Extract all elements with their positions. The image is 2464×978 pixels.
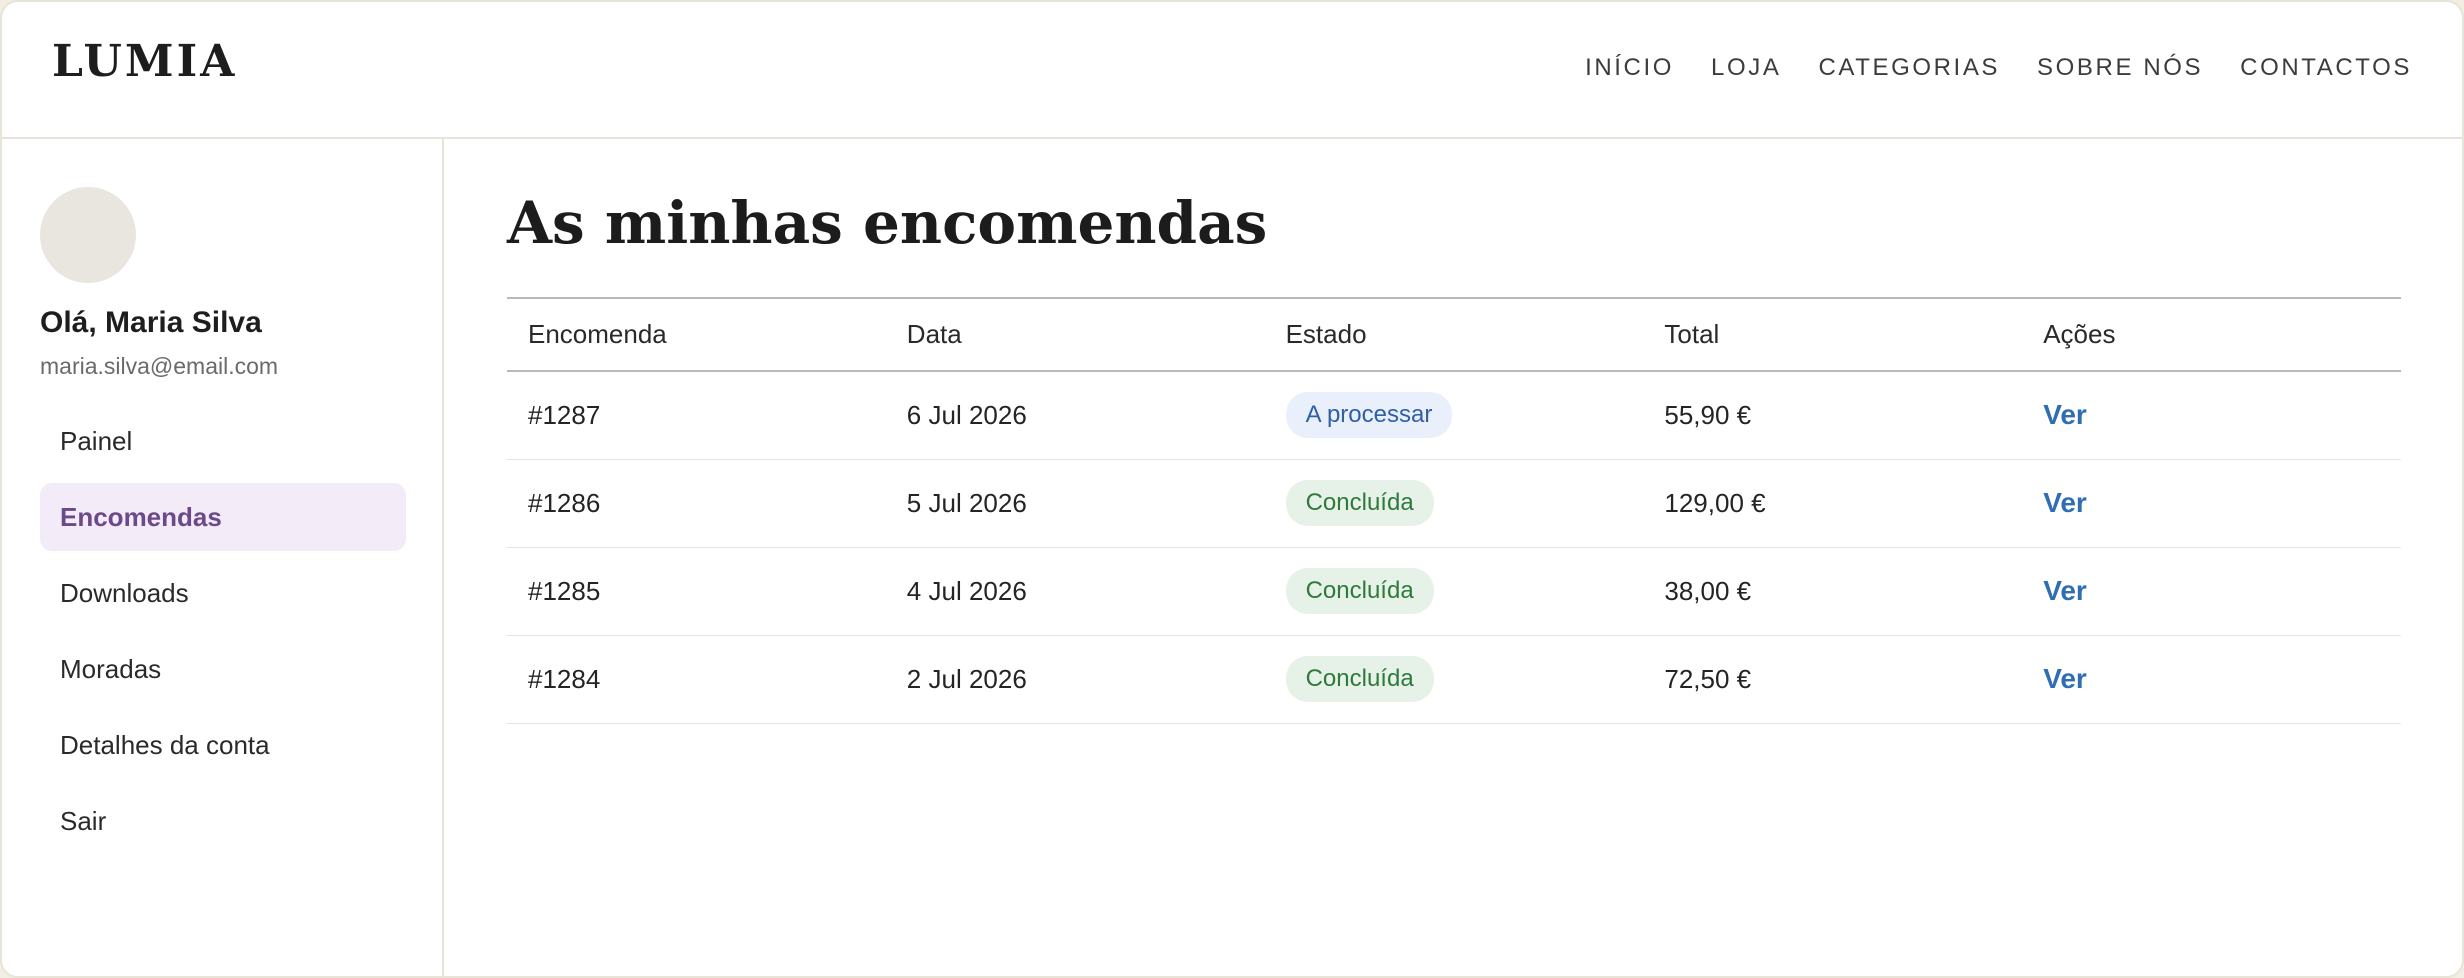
- table-row: #1284 2 Jul 2026 Concluída 72,50 € Ver: [507, 635, 2401, 723]
- sidebar-item-sair[interactable]: Sair: [40, 787, 406, 855]
- status-badge: A processar: [1285, 392, 1453, 439]
- brand-logo[interactable]: LUMIA: [52, 36, 237, 87]
- column-header-encomenda: Encomenda: [528, 319, 667, 349]
- app-frame: LUMIA INÍCIO LOJA CATEGORIAS SOBRE NÓS C…: [0, 0, 2464, 978]
- nav-item-contactos[interactable]: CONTACTOS: [2240, 54, 2412, 82]
- order-date: 6 Jul 2026: [906, 399, 1027, 430]
- orders-table: Encomenda Data Estado Total Ações #1287 …: [507, 297, 2401, 724]
- user-email: maria.silva@email.com: [40, 353, 279, 379]
- main-nav: INÍCIO LOJA CATEGORIAS SOBRE NÓS CONTACT…: [1585, 54, 2412, 82]
- table-header-row: Encomenda Data Estado Total Ações: [507, 298, 2401, 371]
- sidebar-item-encomendas[interactable]: Encomendas: [40, 483, 406, 551]
- table-row: #1286 5 Jul 2026 Concluída 129,00 € Ver: [507, 459, 2401, 547]
- account-menu: Painel Encomendas Downloads Moradas Deta…: [40, 407, 406, 863]
- sidebar-item-painel[interactable]: Painel: [40, 407, 406, 475]
- column-header-total: Total: [1664, 319, 1720, 349]
- view-order-link[interactable]: Ver: [2043, 575, 2087, 606]
- order-id: #1287: [528, 399, 601, 430]
- view-order-link[interactable]: Ver: [2043, 399, 2087, 430]
- account-sidebar: Olá, Maria Silva maria.silva@email.com P…: [2, 139, 444, 976]
- status-badge: Concluída: [1285, 656, 1434, 702]
- nav-item-sobre-nos[interactable]: SOBRE NÓS: [2037, 54, 2203, 82]
- sidebar-item-downloads[interactable]: Downloads: [40, 559, 406, 627]
- top-header: LUMIA INÍCIO LOJA CATEGORIAS SOBRE NÓS C…: [2, 2, 2462, 139]
- order-date: 4 Jul 2026: [906, 575, 1027, 606]
- column-header-acoes: Ações: [2043, 319, 2116, 349]
- nav-item-categorias[interactable]: CATEGORIAS: [1818, 54, 2000, 82]
- order-total: 72,50 €: [1664, 663, 1752, 694]
- order-date: 5 Jul 2026: [906, 487, 1027, 518]
- order-id: #1284: [528, 663, 601, 694]
- status-badge: Concluída: [1285, 480, 1434, 526]
- avatar: [40, 187, 136, 283]
- order-total: 38,00 €: [1664, 575, 1752, 606]
- order-date: 2 Jul 2026: [906, 663, 1027, 694]
- column-header-data: Data: [906, 319, 962, 349]
- order-total: 129,00 €: [1664, 487, 1766, 518]
- user-greeting: Olá, Maria Silva: [40, 306, 262, 339]
- table-row: #1285 4 Jul 2026 Concluída 38,00 € Ver: [507, 547, 2401, 635]
- nav-item-loja[interactable]: LOJA: [1711, 54, 1781, 82]
- order-total: 55,90 €: [1664, 399, 1752, 430]
- view-order-link[interactable]: Ver: [2043, 487, 2087, 518]
- column-header-estado: Estado: [1285, 319, 1367, 349]
- status-badge: Concluída: [1285, 568, 1434, 614]
- page-title: As minhas encomendas: [507, 189, 1268, 257]
- table-row: #1287 6 Jul 2026 A processar 55,90 € Ver: [507, 371, 2401, 459]
- nav-item-inicio[interactable]: INÍCIO: [1585, 54, 1674, 82]
- sidebar-item-detalhes-da-conta[interactable]: Detalhes da conta: [40, 711, 406, 779]
- order-id: #1286: [528, 487, 601, 518]
- sidebar-item-moradas[interactable]: Moradas: [40, 635, 406, 703]
- view-order-link[interactable]: Ver: [2043, 663, 2087, 694]
- order-id: #1285: [528, 575, 601, 606]
